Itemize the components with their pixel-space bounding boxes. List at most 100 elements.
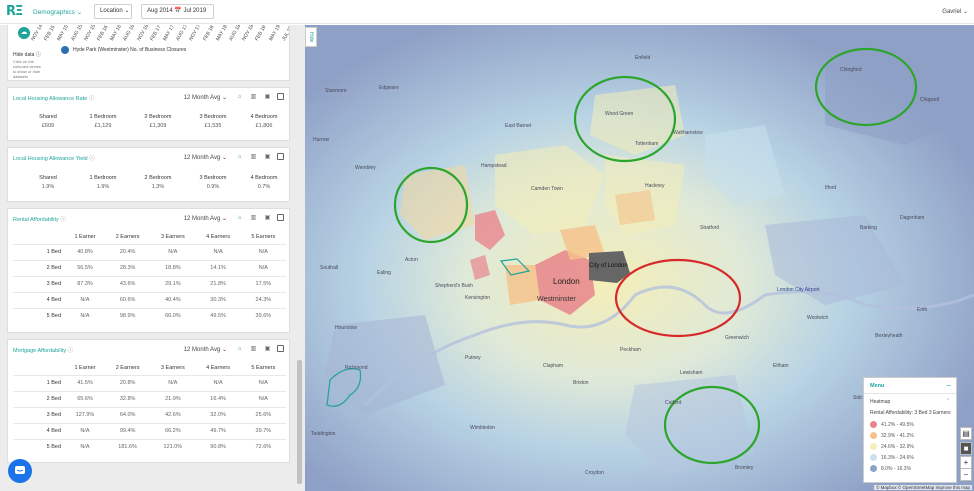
save-icon[interactable]: ▣ — [263, 344, 272, 353]
column-header: 4 Earners — [206, 233, 231, 240]
user-name: Gavriel — [942, 9, 962, 15]
chart-x-tick-label: FEB 18 — [201, 25, 216, 42]
chart-x-tick-label: NOV 16 — [135, 25, 150, 42]
map-place-label: Dagenham — [900, 215, 925, 221]
table-row: 3 Bed 127.9% 64.0% 42.6% 32.0% 25.6% — [13, 406, 286, 423]
table-row: 2 Bed 56.5% 28.3% 18.8% 14.1% N/A — [13, 259, 286, 276]
rental-affordability-card: Rental Affordability ⓘ 12 Month Avg ⌄ ⌂ … — [7, 208, 290, 333]
chevron-down-icon: ⌄ — [124, 8, 130, 14]
select-checkbox[interactable] — [277, 153, 284, 160]
heatmap-toggle[interactable]: Heatmap — [870, 399, 890, 405]
info-icon: ⓘ — [35, 52, 41, 58]
map-place-label: London City Airport — [777, 287, 820, 293]
chart-x-tick-label: NOV 14 — [30, 25, 45, 42]
location-select[interactable]: Location ⌄ — [94, 4, 132, 19]
table-row: 4 Bed N/A 99.4% 66.2% 49.7% 39.7% — [13, 422, 286, 439]
map-place-label: Edgware — [379, 85, 399, 91]
menu-divider — [864, 393, 956, 394]
heatmap-map[interactable]: Hide Edgware Stanmore Enfield Chingford … — [305, 25, 974, 491]
legend-series-dot[interactable] — [61, 46, 69, 54]
select-checkbox[interactable] — [277, 345, 284, 352]
date-range-text: Aug 2014 📅 Jul 2019 — [147, 8, 207, 14]
zoom-out-button[interactable]: − — [960, 468, 972, 481]
info-icon: ⓘ — [67, 348, 74, 354]
map-place-label: Kensington — [465, 295, 491, 301]
map-place-label: City of London — [589, 263, 628, 269]
bar-chart-icon[interactable]: ▥ — [249, 152, 258, 161]
map-place-label: Harrow — [313, 137, 330, 143]
map-place-label: Stanmore — [325, 88, 347, 94]
chart-x-tick-label: FEB 15 — [43, 25, 57, 42]
table-row: 1 Bed 41.5% 20.8% N/A N/A N/A — [13, 374, 286, 391]
table-header-row: 1 Earner 2 Earners 3 Earners 4 Earners 5… — [13, 230, 286, 244]
nav-demographics-label: Demographics — [33, 9, 75, 16]
map-place-label: Wimbledon — [470, 425, 496, 431]
map-place-label: Eltham — [773, 363, 789, 369]
business-closures-chart-card: ☁ Hide data ⓘ Click on the coloured circ… — [7, 25, 290, 81]
chevron-down-icon: ⌄ — [962, 9, 968, 15]
map-menu-panel: Menu − Heatmap ⌃ Rental Affordability: 3… — [863, 377, 957, 483]
legend-item: 16.3% - 24.6% — [870, 454, 914, 461]
date-range-picker[interactable]: Aug 2014 📅 Jul 2019 — [141, 4, 214, 19]
chart-dataset-icon[interactable]: ☁ — [18, 27, 30, 39]
chart-x-tick-label: NOV 17 — [188, 25, 203, 42]
save-icon[interactable]: ▣ — [263, 152, 272, 161]
map-attribution[interactable]: © Mapbox © OpenStreetMap Improve this ma… — [874, 485, 972, 490]
chart-x-tick-label: JUL 19 — [280, 25, 290, 42]
user-menu[interactable]: Gavriel ⌄ — [942, 8, 968, 15]
column-header: 3 Earners — [160, 233, 185, 240]
table-header-row: 1 Earner 2 Earners 3 Earners 4 Earners 5… — [13, 361, 286, 375]
map-pin-icon[interactable]: ⌂ — [235, 152, 244, 161]
chat-button[interactable] — [8, 459, 32, 483]
map-pin-icon[interactable]: ⌂ — [235, 213, 244, 222]
app-logo[interactable]: RΞ — [6, 4, 23, 19]
menu-title: Menu — [870, 383, 885, 389]
map-pin-icon[interactable]: ⌂ — [235, 92, 244, 101]
bar-chart-icon[interactable]: ▥ — [249, 213, 258, 222]
map-place-label: Bexleyheath — [875, 333, 903, 339]
map-place-label: Erith — [917, 307, 928, 313]
scrollbar-thumb[interactable] — [297, 360, 302, 484]
save-icon[interactable]: ▣ — [263, 213, 272, 222]
info-icon: ⓘ — [89, 156, 95, 162]
map-pin-icon[interactable]: ⌂ — [235, 344, 244, 353]
select-checkbox[interactable] — [277, 93, 284, 100]
hide-panel-tab[interactable]: Hide — [305, 27, 317, 47]
legend-swatch — [870, 465, 877, 472]
period-select[interactable]: 12 Month Avg ⌄ — [184, 154, 227, 161]
table-row: 1 Bed 40.8% 20.4% N/A N/A N/A — [13, 243, 286, 260]
column-header: 1 Earner — [74, 364, 96, 371]
map-place-label: Richmond — [345, 365, 368, 371]
save-icon[interactable]: ▣ — [263, 92, 272, 101]
map-place-label: Chigwell — [920, 97, 939, 103]
map-place-label: Barking — [860, 225, 877, 231]
chart-x-tick-label: FEB 19 — [254, 25, 268, 42]
satellite-toggle-icon[interactable]: ■ — [960, 442, 972, 455]
legend-series-label[interactable]: Hyde Park (Westminster) No. of Business … — [73, 47, 193, 54]
select-checkbox[interactable] — [277, 214, 284, 221]
period-select[interactable]: 12 Month Avg ⌄ — [184, 94, 227, 101]
bar-chart-icon[interactable]: ▥ — [249, 92, 258, 101]
map-place-label: Wembley — [355, 165, 376, 171]
period-select[interactable]: 12 Month Avg ⌄ — [184, 346, 227, 353]
chevron-down-icon: ⌄ — [221, 216, 227, 222]
column-header: 2 Earners — [115, 233, 140, 240]
map-place-label: Putney — [465, 355, 481, 361]
bar-chart-icon[interactable]: ▥ — [249, 344, 258, 353]
lha-yield-card: Local Housing Allowance Yield ⓘ 12 Month… — [7, 147, 290, 202]
layers-icon[interactable]: ▤ — [960, 427, 972, 440]
collapse-icon[interactable]: − — [946, 381, 951, 390]
chart-x-tick-label: MAY 18 — [214, 25, 229, 42]
nav-demographics[interactable]: Demographics ⌄ — [33, 8, 82, 16]
info-icon: ⓘ — [88, 96, 95, 102]
map-place-label: Brixton — [573, 380, 589, 386]
chart-x-tick-label: MAY 17 — [162, 25, 176, 42]
map-place-label: Wood Green — [605, 111, 634, 117]
legend-swatch — [870, 421, 877, 428]
card-title: Local Housing Allowance Yield ⓘ — [13, 156, 95, 162]
chevron-up-icon[interactable]: ⌃ — [946, 398, 950, 404]
period-select[interactable]: 12 Month Avg ⌄ — [184, 215, 227, 222]
hide-data-label: Hide data ⓘ — [13, 52, 41, 58]
hide-data-note: Click on the coloured circles to show or… — [13, 59, 41, 79]
chart-x-tick-label: FEB 17 — [148, 25, 163, 42]
